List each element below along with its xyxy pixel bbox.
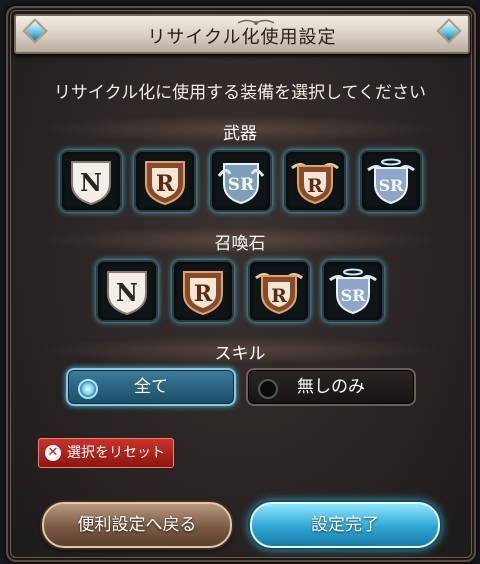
skill-option-none-only[interactable]: 無しのみ [246,368,416,406]
dialog-titlebar: リサイクル化使用設定 [14,14,470,54]
rarity-n-icon: N [71,161,111,206]
svg-text:N: N [116,278,138,307]
summon-rarity-sr-winged-toggle[interactable]: SR [324,262,382,320]
svg-text:R: R [307,175,323,197]
skill-option-all[interactable]: 全て [66,368,236,406]
weapons-label: 武器 [223,124,257,144]
rarity-r-winged-icon: R [255,273,303,315]
weapon-rarity-n-toggle[interactable]: N [62,152,120,210]
radio-selected-icon [78,379,98,399]
instruction-text: リサイクル化に使用する装備を選択してください [53,83,427,103]
reset-selection-button[interactable]: ✕ 選択をリセット [38,438,174,468]
weapon-rarity-sr-toggle[interactable]: SR [212,152,270,210]
rarity-r-winged-icon: R [291,163,339,205]
summon-rarity-n-toggle[interactable]: N [98,262,156,320]
back-to-settings-button[interactable]: 便利設定へ戻る [42,502,232,548]
rarity-sr-icon: SR [217,163,265,205]
skill-label: スキル [214,344,266,364]
svg-text:R: R [194,281,213,307]
svg-text:R: R [271,285,287,307]
summons-label: 召喚石 [214,234,266,254]
svg-text:SR: SR [379,176,405,195]
summon-rarity-r-toggle[interactable]: R [174,262,232,320]
rarity-sr-winged-icon: SR [367,158,415,205]
rarity-r-icon: R [183,271,223,316]
svg-text:SR: SR [341,286,367,305]
skill-option-none-label: 無しのみ [297,377,365,397]
summon-rarity-r-winged-toggle[interactable]: R [250,262,308,320]
rarity-n-icon: N [107,271,147,316]
x-circle-icon: ✕ [45,445,61,461]
svg-text:R: R [156,171,175,197]
rarity-r-icon: R [145,161,185,206]
settings-complete-button[interactable]: 設定完了 [250,502,440,548]
dialog-title: リサイクル化使用設定 [147,27,337,48]
radio-unselected-icon [258,379,278,399]
svg-text:N: N [80,168,102,197]
svg-text:SR: SR [228,175,255,195]
skill-option-all-label: 全て [134,377,168,397]
rarity-sr-winged-icon: SR [329,268,377,315]
weapon-rarity-r-winged-toggle[interactable]: R [286,152,344,210]
weapon-rarity-r-toggle[interactable]: R [136,152,194,210]
weapon-rarity-sr-winged-toggle[interactable]: SR [362,152,420,210]
reset-selection-label: 選択をリセット [67,445,165,461]
